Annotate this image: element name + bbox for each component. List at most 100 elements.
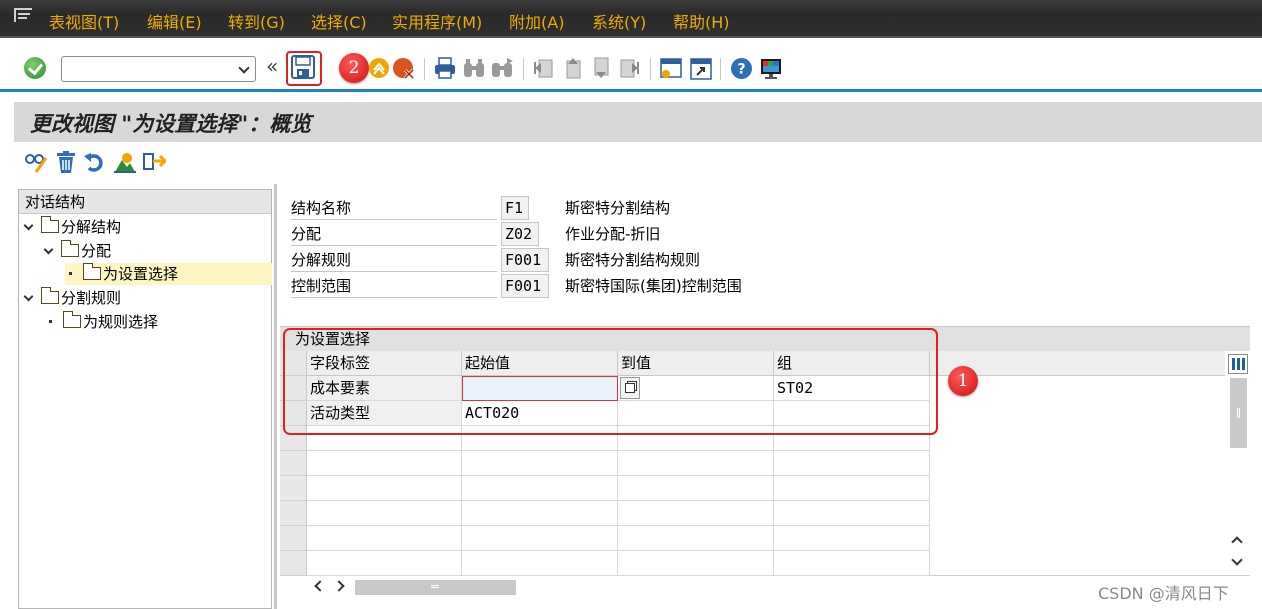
folder-open-icon: [83, 263, 101, 280]
help-icon[interactable]: ?: [730, 57, 753, 80]
watermark-text: CSDN @清风日下: [1098, 584, 1229, 603]
empty-cell: [307, 476, 462, 501]
first-page-icon[interactable]: [533, 57, 555, 79]
command-field[interactable]: [61, 56, 256, 82]
field-value: F001: [501, 248, 549, 272]
field-label: 分配: [291, 222, 497, 246]
tree-node-selection-for-setting[interactable]: 为设置选择: [65, 263, 272, 285]
empty-cell: [462, 476, 618, 501]
empty-cell: [618, 526, 774, 551]
tree-node-split-rules[interactable]: 分割规则: [23, 287, 121, 309]
field-value: F1: [501, 196, 529, 220]
menu-utilities[interactable]: 实用程序(M): [392, 9, 482, 33]
empty-cell: [618, 551, 774, 576]
menu-selection[interactable]: 选择(C): [311, 9, 367, 33]
toolbar-separator: [720, 58, 721, 80]
tree-node-selection-for-rule[interactable]: 为规则选择: [45, 311, 158, 333]
undo-icon[interactable]: [83, 150, 107, 174]
row-selector[interactable]: [280, 501, 307, 526]
row-selector[interactable]: [280, 451, 307, 476]
empty-cell: [307, 501, 462, 526]
collapse-command-icon[interactable]: «: [266, 56, 278, 76]
horizontal-scrollbar[interactable]: [355, 580, 516, 595]
empty-cell: [774, 476, 930, 501]
menu-table-view[interactable]: 表视图(T): [49, 9, 119, 33]
display-change-icon[interactable]: [24, 150, 48, 174]
command-input[interactable]: [62, 57, 232, 81]
leaf-bullet: [49, 320, 52, 323]
customize-layout-icon[interactable]: [759, 57, 783, 81]
application-toolbar: [14, 142, 1262, 184]
empty-cell: [462, 451, 618, 476]
scroll-right-icon[interactable]: [333, 580, 345, 592]
empty-cell: [774, 451, 930, 476]
folder-icon: [41, 287, 59, 304]
vertical-scrollbar[interactable]: [1230, 378, 1247, 448]
deselect-all-icon[interactable]: [142, 150, 166, 174]
toolbar-separator: [523, 58, 524, 80]
empty-cell: [462, 526, 618, 551]
svg-text:?: ?: [737, 62, 745, 78]
table-highlight-box: [283, 328, 938, 435]
find-icon[interactable]: [463, 57, 485, 79]
menu-system[interactable]: 系统(Y): [592, 9, 646, 33]
tree-header: 对话结构: [19, 190, 271, 214]
row-selector[interactable]: [280, 526, 307, 551]
find-next-icon[interactable]: [491, 57, 515, 79]
chevron-down-icon[interactable]: [238, 62, 250, 74]
tree-node-breakdown-structure[interactable]: 分解结构: [23, 216, 121, 238]
empty-cell: [462, 551, 618, 576]
next-page-icon[interactable]: [590, 57, 612, 79]
field-label: 分解规则: [291, 248, 497, 272]
empty-cell: [307, 451, 462, 476]
annotation-badge-2: 2: [339, 53, 369, 83]
delete-trash-icon[interactable]: [54, 150, 78, 174]
field-description: 斯密特分割结构: [565, 199, 671, 217]
exit-icon[interactable]: [368, 57, 390, 79]
chevron-down-icon[interactable]: [23, 220, 34, 231]
row-selector[interactable]: [280, 551, 307, 576]
previous-page-icon[interactable]: [562, 57, 584, 79]
field-value: F001: [501, 274, 549, 298]
toolbar-separator: [650, 58, 651, 80]
chevron-down-icon[interactable]: [43, 244, 54, 255]
enter-check-icon[interactable]: [24, 57, 46, 79]
empty-cell: [307, 551, 462, 576]
folder-icon: [41, 216, 59, 233]
toolbar-separator: [424, 58, 425, 80]
last-page-icon[interactable]: [618, 57, 640, 79]
window-menu-icon[interactable]: [14, 8, 32, 22]
page-title: 更改视图 "为设置选择"：概览: [30, 111, 312, 136]
menu-extras[interactable]: 附加(A): [509, 9, 564, 33]
field-label: 控制范围: [291, 274, 497, 298]
save-highlight-box: [286, 51, 322, 86]
empty-cell: [618, 476, 774, 501]
row-selector[interactable]: [280, 476, 307, 501]
folder-icon: [61, 240, 79, 257]
menu-help[interactable]: 帮助(H): [673, 9, 730, 33]
field-label: 结构名称: [291, 196, 497, 220]
menu-edit[interactable]: 编辑(E): [147, 9, 202, 33]
chevron-down-icon[interactable]: [23, 291, 34, 302]
field-value: Z02: [501, 222, 539, 246]
field-description: 斯密特分割结构规则: [565, 251, 701, 269]
cancel-icon[interactable]: [392, 57, 416, 81]
new-session-icon[interactable]: [659, 57, 683, 81]
tree-node-assignment[interactable]: 分配: [43, 240, 111, 262]
column-settings-icon[interactable]: [1228, 354, 1248, 374]
empty-cell: [774, 501, 930, 526]
empty-cell: [618, 451, 774, 476]
print-icon[interactable]: [434, 57, 456, 79]
field-description: 作业分配-折旧: [565, 225, 661, 243]
annotation-badge-1: 1: [948, 366, 978, 396]
panel-splitter[interactable]: [274, 184, 277, 609]
field-description: 斯密特国际(集团)控制范围: [565, 277, 742, 295]
leaf-bullet: [69, 272, 72, 275]
folder-icon: [63, 311, 81, 328]
menu-goto[interactable]: 转到(G): [228, 9, 285, 33]
dialog-structure-tree: 对话结构 分解结构 分配 为设置选择 分割规则 为规则选择: [18, 189, 272, 609]
title-bar: 更改视图 "为设置选择"：概览: [14, 102, 1262, 142]
select-all-icon[interactable]: [113, 150, 137, 174]
scroll-left-icon[interactable]: [314, 580, 326, 592]
create-shortcut-icon[interactable]: [689, 57, 713, 81]
